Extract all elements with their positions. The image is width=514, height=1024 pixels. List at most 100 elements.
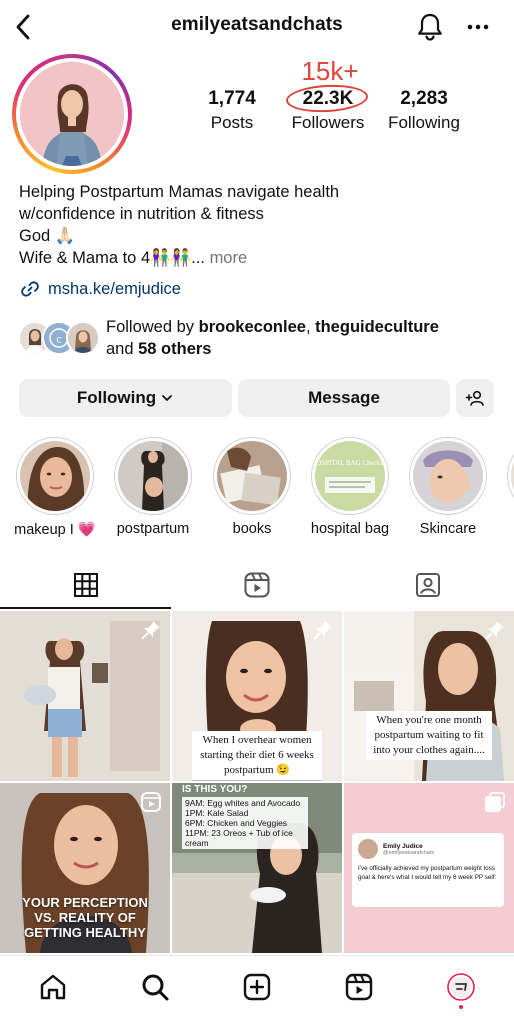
followers-label: Followers xyxy=(291,113,365,132)
post-caption-overlay: YOUR PERCEPTION VS. REALITY OF GETTING H… xyxy=(0,895,170,940)
following-button-label: Following xyxy=(76,388,157,407)
followers-stat[interactable]: 22.3K Followers xyxy=(286,88,370,133)
bio-line: God 🙏🏻 xyxy=(19,227,76,245)
tweet-avatar xyxy=(358,839,378,859)
posts-count: 1,774 xyxy=(208,88,256,109)
more-horizontal-icon xyxy=(467,24,489,30)
grid-icon xyxy=(73,573,98,597)
caption-line: 1PM: Kale Salad xyxy=(185,808,249,818)
reels-icon xyxy=(244,572,269,598)
highlight-postpartum[interactable]: postpartum xyxy=(104,437,202,537)
profile-link-text: msha.ke/emjudice xyxy=(48,279,181,298)
bell-icon xyxy=(418,13,442,41)
post-thumbnail[interactable]: Emily Judice @emilyeatsandchats I've off… xyxy=(344,783,514,953)
post-caption-overlay: When I overhear women starting their die… xyxy=(192,731,322,780)
caption-line: into your clothes again.... xyxy=(373,744,485,756)
followed-by-prefix: Followed by xyxy=(106,318,199,336)
highlight-makeup[interactable]: makeup I 💗 xyxy=(6,437,104,538)
highlight-label: E xyxy=(497,521,514,537)
nav-reels[interactable] xyxy=(342,970,376,1004)
post-thumbnail[interactable]: When I overhear women starting their die… xyxy=(172,611,342,781)
message-button-label: Message xyxy=(308,388,380,407)
link-icon xyxy=(21,281,39,297)
message-button[interactable]: Message xyxy=(238,379,450,417)
profile-link[interactable]: msha.ke/emjudice xyxy=(20,279,181,299)
suggested-users-button[interactable] xyxy=(456,379,494,417)
followed-by[interactable]: c Followed by brookeconlee, theguidecult… xyxy=(18,315,498,361)
highlight-label: postpartum xyxy=(116,521,190,537)
tweet-author: Emily Judice xyxy=(383,842,423,850)
bio-line: w/confidence in nutrition & fitness xyxy=(19,205,264,223)
caption-title: IS THIS YOU? xyxy=(182,784,248,795)
notifications-button[interactable] xyxy=(414,11,446,43)
mutual-avatars: c xyxy=(18,321,102,355)
mutual-user-1[interactable]: brookeconlee xyxy=(199,318,306,336)
add-user-icon xyxy=(465,390,484,406)
profile-tabs xyxy=(0,562,514,610)
highlight-partial[interactable]: E xyxy=(497,437,514,537)
tab-posts-grid[interactable] xyxy=(0,562,171,608)
bio-more-link[interactable]: more xyxy=(210,249,248,267)
caption-line: When you're one month xyxy=(376,714,482,726)
caption-line: GETTING HEALTHY xyxy=(24,925,146,940)
highlight-label: makeup I 💗 xyxy=(14,522,96,538)
pinned-icon xyxy=(313,621,332,640)
pinned-icon xyxy=(485,621,504,640)
notification-dot xyxy=(459,1005,463,1009)
svg-text:c: c xyxy=(56,332,61,346)
caption-line: postpartum waiting to fit xyxy=(374,729,484,741)
tweet-text: I've officially achieved my postpartum w… xyxy=(358,865,497,881)
caption-line: starting their diet 6 weeks xyxy=(200,749,314,761)
highlight-hospital-bag[interactable]: HOSPITAL BAG Checklist hospital bag xyxy=(301,437,399,537)
caption-line: When I overhear women xyxy=(202,734,312,746)
nav-create[interactable] xyxy=(240,970,274,1004)
profile-bio: Helping Postpartum Mamas navigate health… xyxy=(19,181,499,269)
following-count: 2,283 xyxy=(400,88,448,109)
tweet-handle: @emilyeatsandchats xyxy=(383,849,435,856)
mutual-user-2[interactable]: theguideculture xyxy=(315,318,439,336)
highlight-label: hospital bag xyxy=(310,521,390,537)
highlight-books[interactable]: books xyxy=(203,437,301,537)
caption-line: 9AM: Egg whites and Avocado xyxy=(185,798,301,808)
nav-profile[interactable] xyxy=(444,970,478,1004)
handwritten-annotation: 15k+ xyxy=(301,56,359,86)
home-icon xyxy=(40,974,66,1000)
nav-home[interactable] xyxy=(36,970,70,1004)
mutual-others-count[interactable]: 58 others xyxy=(138,340,211,358)
tab-reels[interactable] xyxy=(171,562,342,608)
caption-line: 6PM: Chicken and Veggies xyxy=(185,818,288,828)
nav-search[interactable] xyxy=(138,970,172,1004)
following-stat[interactable]: 2,283 Following xyxy=(384,88,464,133)
carousel-icon xyxy=(485,792,505,812)
bio-line-text: Wife & Mama to 4👫👫... xyxy=(19,249,205,267)
active-tab-indicator xyxy=(0,607,171,609)
posts-stat[interactable]: 1,774 Posts xyxy=(200,88,264,133)
story-highlights: makeup I 💗 postpartum books HOSPITAL BAG… xyxy=(0,437,514,547)
post-caption-overlay: IS THIS YOU? 9AM: Egg whites and Avocado… xyxy=(182,785,332,849)
chevron-down-icon xyxy=(162,395,173,401)
post-caption-overlay: When you're one month postpartum waiting… xyxy=(366,711,492,760)
followers-count: 22.3K xyxy=(302,88,354,109)
highlight-label: Skincare xyxy=(419,521,477,537)
caption-line: YOUR PERCEPTION xyxy=(22,895,148,910)
following-button[interactable]: Following xyxy=(19,379,232,417)
caption-line: VS. REALITY OF xyxy=(34,910,136,925)
following-label: Following xyxy=(388,113,460,132)
pinned-icon xyxy=(141,621,160,640)
separator: , xyxy=(305,318,316,336)
post-thumbnail[interactable] xyxy=(0,611,170,781)
caption-line: 11PM: 23 Oreos + Tub of ice cream xyxy=(185,828,293,848)
reel-indicator-icon xyxy=(141,792,161,812)
profile-photo xyxy=(20,62,124,166)
profile-avatar[interactable] xyxy=(12,54,132,174)
tagged-icon xyxy=(415,573,440,597)
more-options-button[interactable] xyxy=(462,11,494,43)
followed-by-and: and xyxy=(106,340,139,358)
caption-line: postpartum 😉 xyxy=(224,764,290,776)
post-thumbnail[interactable]: When you're one month postpartum waiting… xyxy=(344,611,514,781)
highlight-skincare[interactable]: Skincare xyxy=(399,437,497,537)
tab-tagged[interactable] xyxy=(342,562,513,608)
post-thumbnail[interactable]: YOUR PERCEPTION VS. REALITY OF GETTING H… xyxy=(0,783,170,953)
profile-icon xyxy=(447,973,475,1001)
post-thumbnail[interactable]: IS THIS YOU? 9AM: Egg whites and Avocado… xyxy=(172,783,342,953)
